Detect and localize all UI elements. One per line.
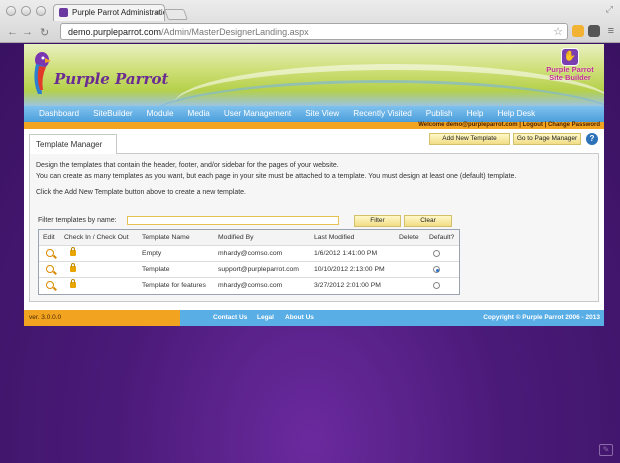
nav-item-recently-visited[interactable]: Recently Visited	[346, 106, 419, 122]
nav-item-site-view[interactable]: Site View	[298, 106, 346, 122]
site-footer: ver. 3.0.0.0 Contact Us Legal About Us C…	[24, 310, 604, 326]
modified-by: mhardy@comso.com	[218, 250, 283, 257]
browser-tab[interactable]: Purple Parrot Administratio ×	[53, 4, 165, 21]
about-us-link[interactable]: About Us	[285, 310, 314, 326]
templates-table: Edit Check In / Check Out Template Name …	[38, 229, 460, 295]
zoom-window-button[interactable]	[36, 6, 46, 16]
main-nav: Dashboard SiteBuilder Module Media User …	[24, 106, 604, 122]
back-button[interactable]: ←	[7, 26, 18, 38]
go-to-page-manager-button[interactable]: Go to Page Manager	[513, 133, 581, 145]
tab-template-manager[interactable]: Template Manager	[29, 134, 117, 154]
nav-item-dashboard[interactable]: Dashboard	[32, 106, 86, 122]
column-header-last-modified[interactable]: Last Modified	[314, 230, 354, 246]
site-container: Purple Parrot ✋ Purple Parrot Site Build…	[24, 44, 604, 326]
nav-item-publish[interactable]: Publish	[419, 106, 460, 122]
address-bar[interactable]: demo.purpleparrot.com/Admin/MasterDesign…	[60, 23, 568, 40]
filter-label: Filter templates by name:	[38, 217, 117, 224]
parrot-logo-icon	[34, 52, 51, 94]
favicon-icon	[59, 8, 68, 17]
default-radio[interactable]	[433, 266, 440, 273]
description-line-1: Design the templates that contain the he…	[36, 162, 339, 169]
template-name: Empty	[142, 250, 162, 257]
window-controls	[6, 6, 46, 16]
copyright-text: Copyright © Purple Parrot 2006 - 2013	[483, 314, 600, 321]
extension-icon[interactable]	[588, 25, 600, 37]
close-window-button[interactable]	[6, 6, 16, 16]
template-name: Template for features	[142, 282, 206, 289]
filter-input[interactable]	[127, 216, 339, 225]
description-line-2: You can create as many templates as you …	[36, 173, 517, 180]
nav-item-help[interactable]: Help	[460, 106, 491, 122]
tab-close-icon[interactable]: ×	[155, 8, 160, 17]
column-header-modified-by[interactable]: Modified By	[218, 230, 254, 246]
site-builder-icon: ✋	[561, 48, 579, 66]
url-host: demo.purpleparrot.com	[68, 27, 162, 37]
column-header-delete: Delete	[399, 234, 419, 241]
minimize-window-button[interactable]	[21, 6, 31, 16]
nav-item-module[interactable]: Module	[140, 106, 181, 122]
bookmark-star-icon[interactable]: ☆	[553, 25, 563, 38]
column-header-name[interactable]: Template Name	[142, 230, 190, 246]
page-background: Purple Parrot ✋ Purple Parrot Site Build…	[0, 44, 620, 463]
nav-item-media[interactable]: Media	[181, 106, 217, 122]
modified-by: mhardy@comso.com	[218, 282, 283, 289]
reload-button[interactable]: ↻	[40, 26, 49, 39]
default-radio[interactable]	[433, 250, 440, 257]
table-header-row: Edit Check In / Check Out Template Name …	[39, 230, 459, 246]
browser-chrome: Purple Parrot Administratio × ⤢ ← → ↻ de…	[0, 0, 620, 43]
modified-by: support@purpleparrot.com	[218, 266, 299, 273]
header-banner: Purple Parrot ✋ Purple Parrot Site Build…	[24, 44, 604, 106]
notes-icon[interactable]: ✎	[599, 444, 613, 456]
column-header-default: Default?	[429, 234, 455, 241]
edit-magnifier-icon[interactable]	[46, 249, 54, 257]
lock-icon[interactable]	[70, 263, 76, 272]
nav-item-help-desk[interactable]: Help Desk	[490, 106, 542, 122]
column-header-checkinout: Check In / Check Out	[64, 234, 129, 241]
filter-button[interactable]: Filter	[354, 215, 401, 227]
description-line-3: Click the Add New Template button above …	[36, 189, 246, 196]
contact-us-link[interactable]: Contact Us	[213, 310, 247, 326]
nav-item-user-management[interactable]: User Management	[217, 106, 298, 122]
last-modified: 1/6/2012 1:41:00 PM	[314, 250, 378, 257]
template-manager-panel: Design the templates that contain the he…	[29, 153, 599, 302]
default-radio[interactable]	[433, 282, 440, 289]
badge-line2: Site Builder	[549, 73, 591, 82]
last-modified: 3/27/2012 2:01:00 PM	[314, 282, 381, 289]
table-row: Template for features mhardy@comso.com 3…	[39, 278, 459, 294]
lock-icon[interactable]	[70, 247, 76, 256]
template-name: Template	[142, 266, 170, 273]
version-label: ver. 3.0.0.0	[24, 310, 180, 326]
last-modified: 10/10/2012 2:13:00 PM	[314, 266, 385, 273]
forward-button[interactable]: →	[22, 26, 33, 38]
browser-menu-icon[interactable]: ≡	[608, 25, 614, 37]
legal-link[interactable]: Legal	[257, 310, 274, 326]
url-path: /Admin/MasterDesignerLanding.aspx	[161, 27, 309, 37]
nav-item-sitebuilder[interactable]: SiteBuilder	[86, 106, 140, 122]
edit-magnifier-icon[interactable]	[46, 265, 54, 273]
table-row: Template support@purpleparrot.com 10/10/…	[39, 262, 459, 278]
fullscreen-icon[interactable]: ⤢	[606, 4, 613, 15]
help-icon[interactable]: ?	[586, 133, 598, 145]
table-row: Empty mhardy@comso.com 1/6/2012 1:41:00 …	[39, 246, 459, 262]
edit-magnifier-icon[interactable]	[46, 281, 54, 289]
clear-button[interactable]: Clear	[404, 215, 452, 227]
add-new-template-button[interactable]: Add New Template	[429, 133, 510, 145]
extension-icon[interactable]	[572, 25, 584, 37]
new-tab-button[interactable]	[163, 9, 189, 20]
site-builder-badge: ✋ Purple Parrot Site Builder	[540, 48, 600, 88]
lock-icon[interactable]	[70, 279, 76, 288]
logo-text[interactable]: Purple Parrot	[54, 70, 168, 88]
tab-title: Purple Parrot Administratio	[72, 8, 165, 17]
user-bar[interactable]: Welcome demo@purpleparrot.com | Logout |…	[24, 122, 604, 129]
column-header-edit: Edit	[43, 234, 55, 241]
